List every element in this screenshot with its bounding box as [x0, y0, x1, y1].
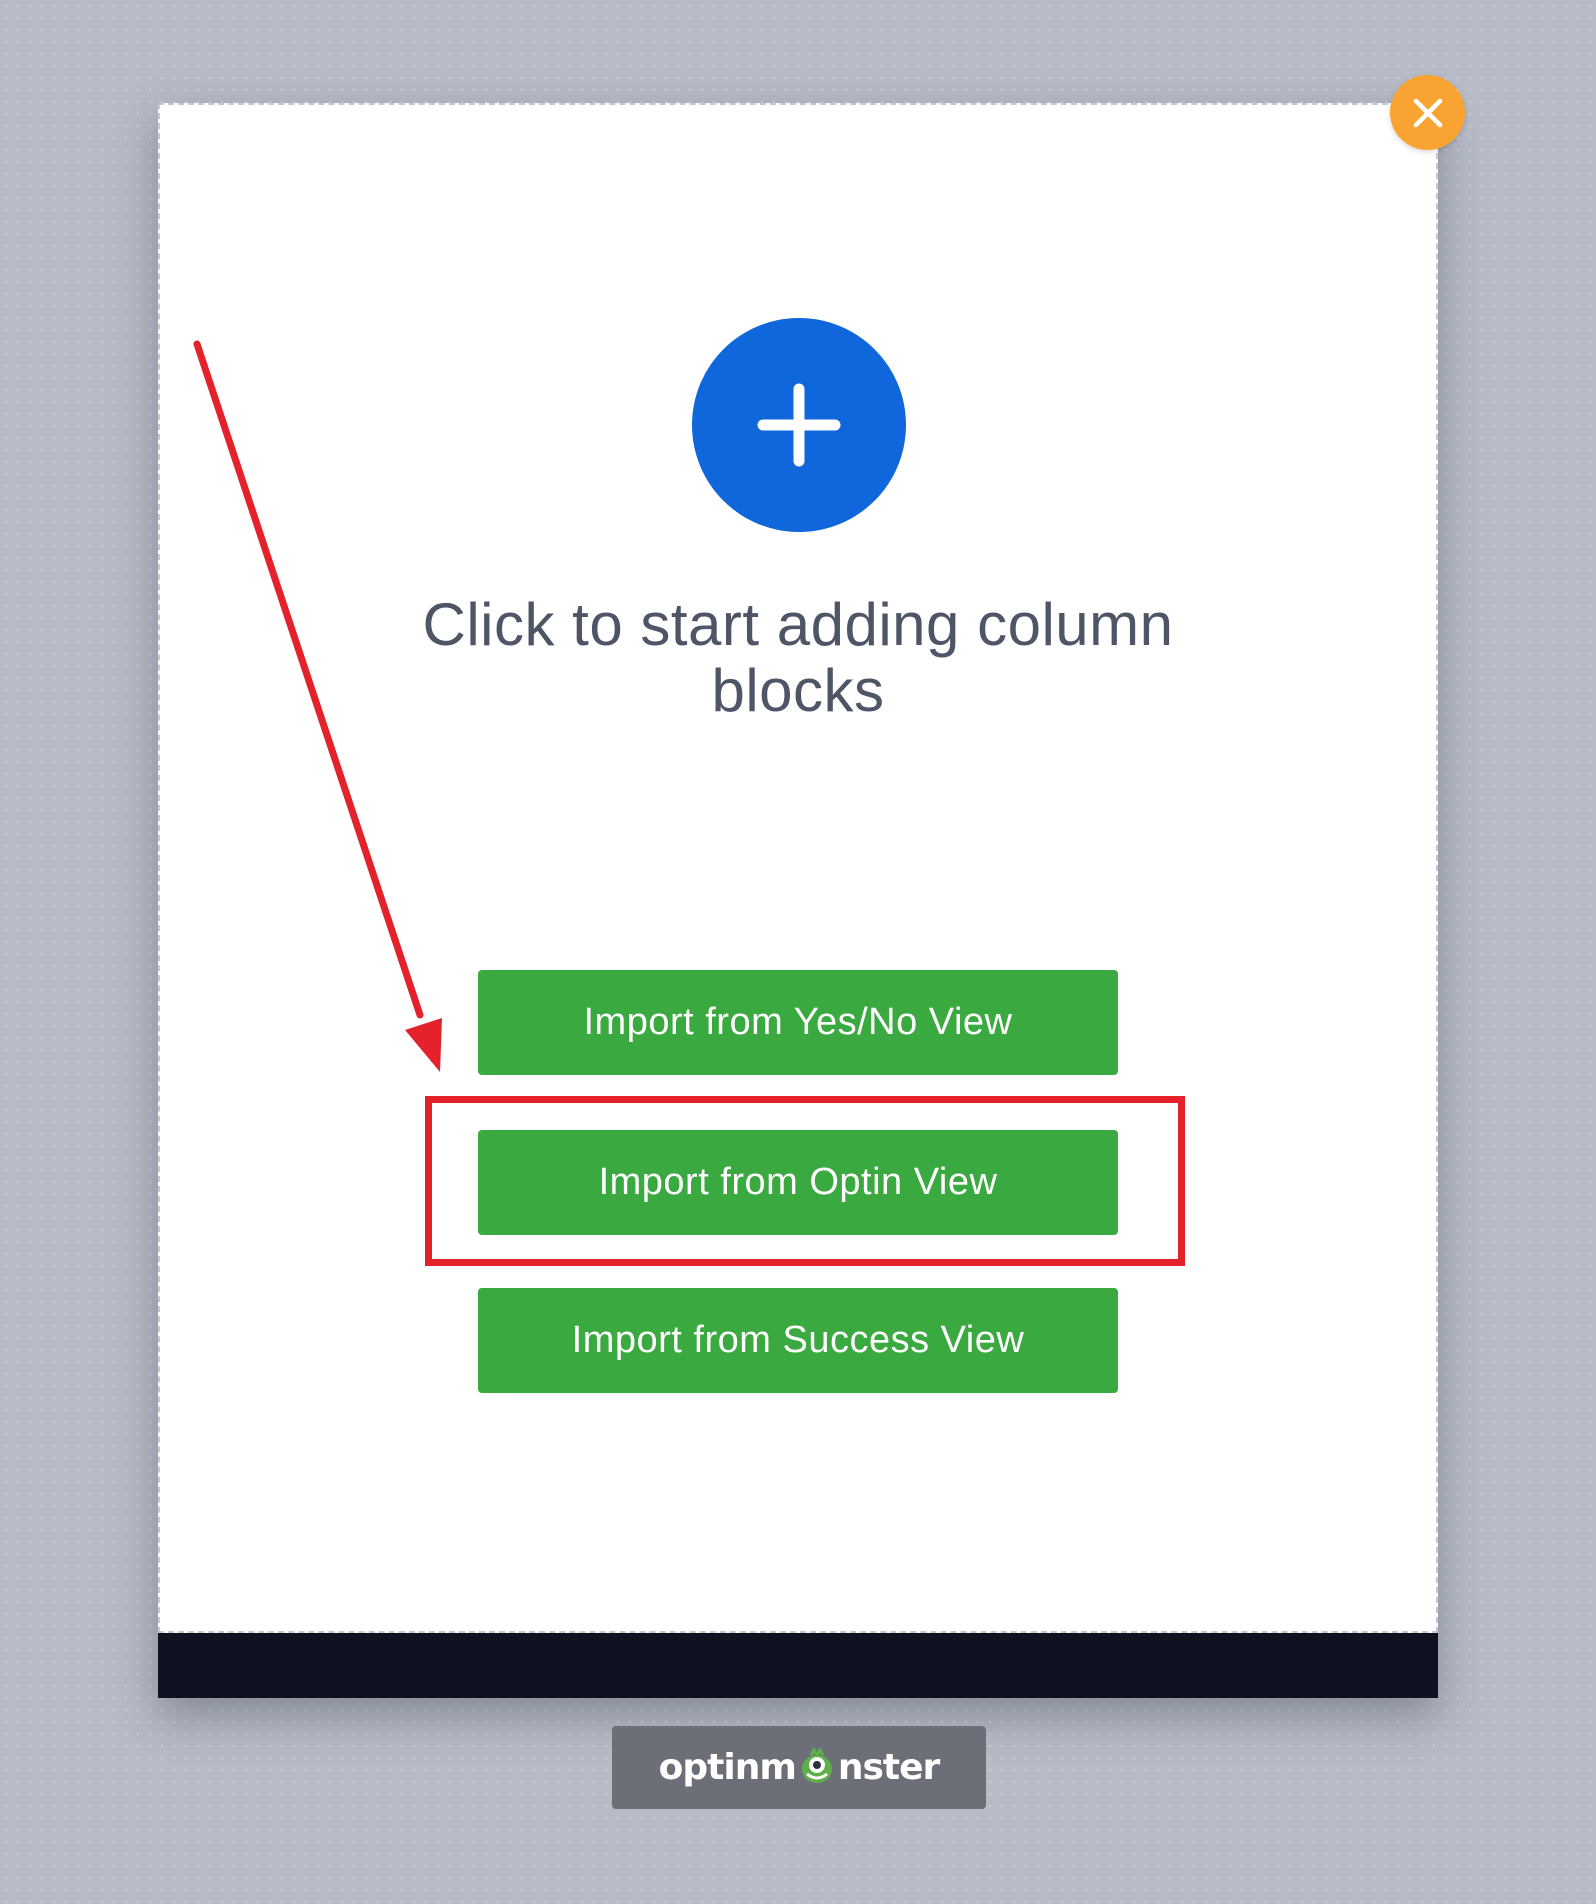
import-yes-no-view-button[interactable]: Import from Yes/No View [478, 970, 1118, 1075]
optinmonster-branding-badge[interactable]: optinm nster [612, 1726, 986, 1809]
add-column-block-button[interactable] [692, 318, 906, 532]
plus-icon [757, 383, 841, 467]
add-blocks-prompt: Click to start adding column blocks [422, 591, 1174, 724]
optinmonster-logo: optinm nster [658, 1746, 940, 1788]
monster-icon [797, 1746, 837, 1786]
import-optin-view-button[interactable]: Import from Optin View [478, 1130, 1118, 1235]
popup-footer-bar [158, 1633, 1438, 1698]
brand-text-prefix: optinm [658, 1747, 797, 1788]
import-success-view-button[interactable]: Import from Success View [478, 1288, 1118, 1393]
close-button[interactable] [1390, 75, 1465, 150]
close-icon [1413, 98, 1442, 127]
brand-text-suffix: nster [837, 1747, 940, 1788]
